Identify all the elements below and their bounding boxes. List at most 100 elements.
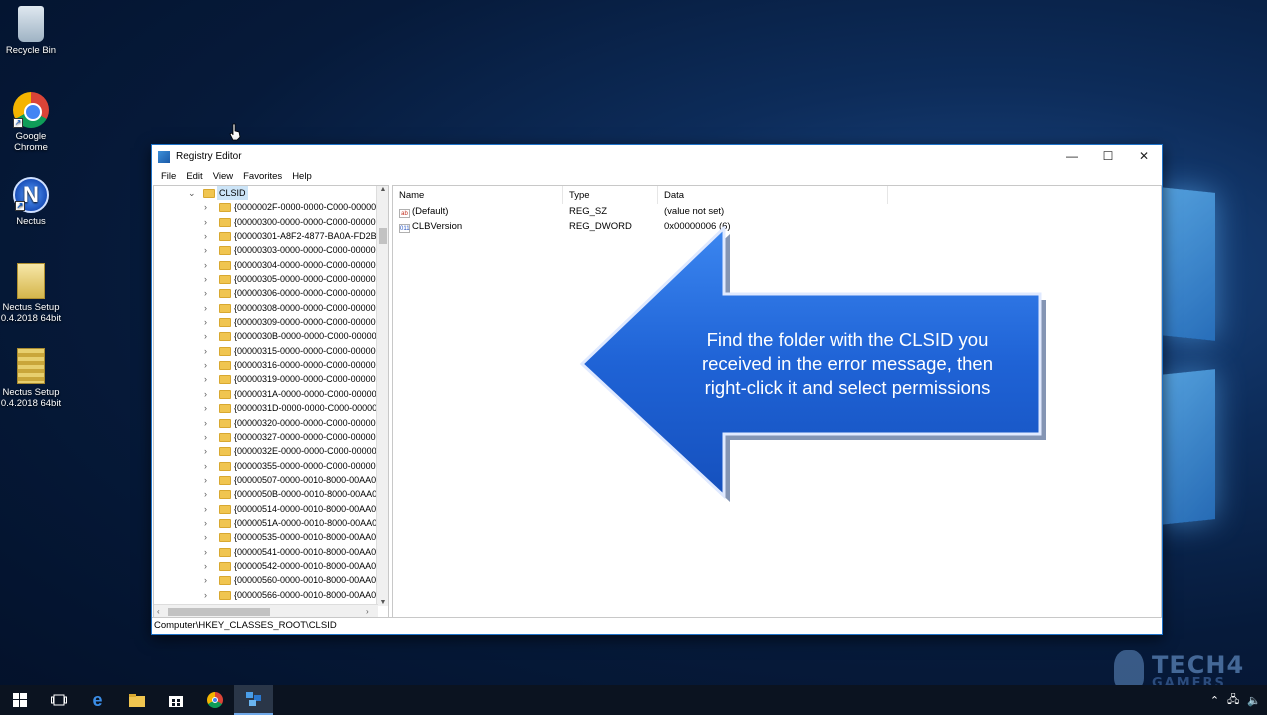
chevron-right-icon[interactable]: › [204, 387, 212, 401]
tree-item[interactable]: › {0000031A-0000-0000-C000-00000 [154, 387, 388, 401]
folder-icon [219, 590, 231, 600]
key-tree-pane: ⌄ CLSID › {0000002F-0000-0000-C000-00000 ›… [153, 185, 389, 619]
menu-edit[interactable]: Edit [181, 171, 207, 182]
tree-item[interactable]: › {00000541-0000-0010-8000-00AA0 [154, 545, 388, 559]
folder-icon [219, 361, 231, 371]
tree-item[interactable]: › {0000050B-0000-0010-8000-00AA0 [154, 487, 388, 501]
chevron-right-icon[interactable]: › [204, 444, 212, 458]
chevron-right-icon[interactable]: › [204, 272, 212, 286]
tree-vertical-scrollbar[interactable]: ▲ ▼ [376, 186, 388, 606]
chrome-icon[interactable] [195, 685, 234, 715]
column-header-name[interactable]: Name [393, 186, 563, 204]
chevron-right-icon[interactable]: › [204, 416, 212, 430]
tree-item[interactable]: › {00000535-0000-0010-8000-00AA0 [154, 530, 388, 544]
close-button[interactable]: ✕ [1126, 145, 1162, 168]
chevron-right-icon[interactable]: › [204, 401, 212, 415]
chevron-right-icon[interactable]: › [204, 372, 212, 386]
regedit-icon[interactable] [234, 685, 273, 715]
watermark-line1: TECH4 [1152, 651, 1245, 679]
chevron-right-icon[interactable]: › [204, 487, 212, 501]
tree-item[interactable]: › {00000566-0000-0010-8000-00AA0 [154, 588, 388, 602]
menu-help[interactable]: Help [287, 171, 317, 182]
tree-item[interactable]: › {0000002F-0000-0000-C000-00000 [154, 200, 388, 214]
tree-item[interactable]: › {00000316-0000-0000-C000-00000 [154, 358, 388, 372]
folder-icon [219, 318, 231, 328]
desktop-icon-google-chrome[interactable]: ↗ Google Chrome [0, 92, 62, 153]
tree-item[interactable]: › {00000304-0000-0000-C000-00000 [154, 258, 388, 272]
tree-item[interactable]: › {0000032E-0000-0000-C000-00000 [154, 444, 388, 458]
chevron-right-icon[interactable]: › [204, 229, 212, 243]
tree-item[interactable]: › {0000051A-0000-0010-8000-00AA0 [154, 516, 388, 530]
scroll-thumb[interactable] [379, 228, 387, 244]
chevron-right-icon[interactable]: › [204, 301, 212, 315]
chevron-right-icon[interactable]: › [204, 315, 212, 329]
chevron-right-icon[interactable]: › [204, 286, 212, 300]
tree-item[interactable]: › {00000315-0000-0000-C000-00000 [154, 344, 388, 358]
chevron-right-icon[interactable]: › [204, 329, 212, 343]
chevron-right-icon[interactable]: › [204, 344, 212, 358]
tree-item[interactable]: › {00000320-0000-0000-C000-00000 [154, 416, 388, 430]
desktop-icon-recycle-bin[interactable]: Recycle Bin [0, 6, 62, 56]
tree-item[interactable]: › {00000355-0000-0000-C000-00000 [154, 459, 388, 473]
store-icon[interactable] [156, 685, 195, 715]
edge-icon[interactable]: e [78, 685, 117, 715]
tree-item[interactable]: › {00000309-0000-0000-C000-00000 [154, 315, 388, 329]
chevron-right-icon[interactable]: › [204, 258, 212, 272]
task-view-icon[interactable] [39, 685, 78, 715]
tree-item[interactable]: › {00000542-0000-0010-8000-00AA0 [154, 559, 388, 573]
tree-item[interactable]: › {00000507-0000-0010-8000-00AA0 [154, 473, 388, 487]
network-icon[interactable]: 🖧 [1227, 691, 1239, 710]
tree-item-clsid[interactable]: ⌄ CLSID [154, 186, 388, 200]
tree-item[interactable]: › {0000031D-0000-0000-C000-00000 [154, 401, 388, 415]
chevron-right-icon[interactable]: › [204, 358, 212, 372]
tree-item[interactable]: › {00000301-A8F2-4877-BA0A-FD2B [154, 229, 388, 243]
chevron-right-icon[interactable]: › [204, 516, 212, 530]
column-header-data[interactable]: Data [658, 186, 888, 204]
minimize-button[interactable]: — [1054, 145, 1090, 168]
chevron-right-icon[interactable]: › [204, 459, 212, 473]
chevron-down-icon[interactable]: ⌄ [188, 186, 196, 200]
menu-favorites[interactable]: Favorites [238, 171, 287, 182]
list-row-default[interactable]: ab (Default) REG_SZ (value not set) [393, 204, 1161, 219]
desktop-icon-nectus-setup-zip[interactable]: Nectus Setup 0.4.2018 64bit [0, 348, 62, 409]
chevron-right-icon[interactable]: › [204, 530, 212, 544]
chevron-right-icon[interactable]: › [204, 559, 212, 573]
tree-item[interactable]: › {00000305-0000-0000-C000-00000 [154, 272, 388, 286]
chevron-right-icon[interactable]: › [204, 588, 212, 602]
tree-item[interactable]: › {00000306-0000-0000-C000-00000 [154, 286, 388, 300]
chevron-right-icon[interactable]: › [204, 545, 212, 559]
menu-file[interactable]: File [156, 171, 181, 182]
desktop-icon-nectus-setup[interactable]: Nectus Setup 0.4.2018 64bit [0, 263, 62, 324]
menu-view[interactable]: View [208, 171, 238, 182]
volume-icon[interactable]: 🔈 [1247, 694, 1261, 707]
file-explorer-icon[interactable] [117, 685, 156, 715]
tree-item[interactable]: › {00000319-0000-0000-C000-00000 [154, 372, 388, 386]
hand-cursor-icon [229, 123, 241, 141]
scroll-up-arrow-icon[interactable]: ▲ [377, 186, 388, 193]
tree-item[interactable]: › {00000560-0000-0010-8000-00AA0 [154, 573, 388, 587]
chevron-right-icon[interactable]: › [204, 430, 212, 444]
folder-icon [219, 547, 231, 557]
chevron-right-icon[interactable]: › [204, 200, 212, 214]
folder-icon [219, 576, 231, 586]
tree-horizontal-scrollbar[interactable]: ‹ › [154, 604, 378, 618]
scroll-down-arrow-icon[interactable]: ▼ [377, 599, 388, 606]
desktop-icon-nectus[interactable]: N ↗ Nectus [0, 177, 62, 227]
scroll-thumb[interactable] [168, 608, 270, 616]
tree-item[interactable]: › {0000030B-0000-0000-C000-00000 [154, 329, 388, 343]
chevron-right-icon[interactable]: › [204, 215, 212, 229]
chevron-right-icon[interactable]: › [204, 473, 212, 487]
tree-item[interactable]: › {00000308-0000-0000-C000-00000 [154, 301, 388, 315]
tree-item[interactable]: › {00000514-0000-0010-8000-00AA0 [154, 502, 388, 516]
tree-item[interactable]: › {00000300-0000-0000-C000-00000 [154, 215, 388, 229]
tree-item[interactable]: › {00000327-0000-0000-C000-00000 [154, 430, 388, 444]
tree-item[interactable]: › {00000303-0000-0000-C000-00000 [154, 243, 388, 257]
chevron-right-icon[interactable]: › [204, 502, 212, 516]
title-bar[interactable]: Registry Editor — ☐ ✕ [152, 145, 1162, 168]
chevron-right-icon[interactable]: › [204, 243, 212, 257]
chevron-right-icon[interactable]: › [204, 573, 212, 587]
windows-start-icon[interactable] [0, 685, 39, 715]
column-header-type[interactable]: Type [563, 186, 658, 204]
maximize-button[interactable]: ☐ [1090, 145, 1126, 168]
chevron-up-icon[interactable]: ⌃ [1210, 694, 1219, 707]
